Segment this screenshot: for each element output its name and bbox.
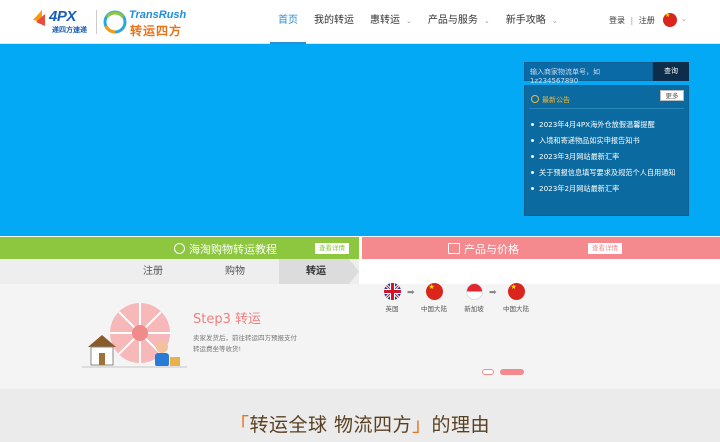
logo-divider <box>96 10 97 34</box>
nav-label: 产品与服务 <box>427 15 478 26</box>
nav-label: 惠转运 <box>370 15 400 26</box>
uk-flag-icon <box>383 283 401 300</box>
route-origin-sg: 新加坡 <box>462 283 486 313</box>
china-flag-icon: ★ <box>507 283 525 300</box>
notice-list: 2023年4月4PX海外仓放假温馨提醒 入境和寄递物品如实申报告知书 2023年… <box>531 120 676 200</box>
carousel-dot[interactable] <box>482 369 494 375</box>
reason-heading: 「转运全球 物流四方」的理由 <box>0 410 720 437</box>
nav-label: 新手攻略 <box>505 15 546 26</box>
auth-separator: | <box>630 16 634 25</box>
main-nav: 首页 我的转运 惠转运 ⌄ 产品与服务 ⌄ 新手攻略 ⌄ <box>270 0 566 44</box>
arrow-right-icon: ➡ <box>407 288 415 298</box>
chevron-down-icon: ⌄ <box>551 17 558 25</box>
notice-more-button[interactable]: 更多 <box>660 90 684 101</box>
tab-shopping[interactable]: 购物 <box>225 259 245 284</box>
chevron-down-icon: ⌄ <box>406 17 412 25</box>
transrush-logo-icon <box>103 10 127 34</box>
tutorial-tabs: 注册 购物 转运 <box>0 259 359 284</box>
nav-deals[interactable]: 惠转运 ⌄ <box>362 0 420 44</box>
4px-logo-icon <box>33 10 45 26</box>
globe-icon <box>174 243 185 254</box>
auth-links: 登录 | 注册 <box>609 15 658 26</box>
route-origin-uk: 英国 <box>380 283 404 313</box>
china-flag-icon: ★ <box>425 283 443 300</box>
4px-logo[interactable]: 4PX 递四方速递 <box>33 8 95 36</box>
chevron-down-icon: ⌄ <box>483 17 490 25</box>
quote-open: 「 <box>229 414 250 436</box>
bell-icon <box>531 95 539 103</box>
nav-label: 我的转运 <box>314 15 354 26</box>
delivery-illustration <box>82 303 187 368</box>
4px-logo-subtext: 递四方速递 <box>52 26 87 34</box>
login-link[interactable]: 登录 <box>609 16 625 25</box>
products-panel-header: 产品与价格 查看详情 <box>362 237 720 259</box>
notice-item[interactable]: 2023年3月网站最新汇率 <box>531 152 676 168</box>
products-panel-title: 产品与价格 <box>448 241 519 257</box>
book-icon <box>448 243 460 254</box>
carousel-dot-active[interactable] <box>500 369 524 375</box>
register-link[interactable]: 注册 <box>639 16 655 25</box>
transrush-logo[interactable]: TransRush 转运四方 <box>102 7 194 38</box>
nav-home[interactable]: 首页 <box>270 0 306 44</box>
route-destination-cn: ★ 中国大陆 <box>501 283 531 313</box>
notice-item[interactable]: 关于预报信息填写要求及规范个人自用通知 <box>531 168 676 184</box>
tab-transfer[interactable]: 转运 <box>306 259 326 284</box>
notice-divider <box>529 108 684 109</box>
nav-guide[interactable]: 新手攻略 ⌄ <box>498 0 566 44</box>
products-title-text: 产品与价格 <box>464 243 519 256</box>
site-header: 4PX 递四方速递 TransRush 转运四方 首页 我的转运 惠转运 ⌄ 产品… <box>0 0 720 44</box>
singapore-flag-icon <box>465 283 483 300</box>
nav-label: 首页 <box>278 15 298 26</box>
transrush-logo-zh: 转运四方 <box>130 24 183 38</box>
route-to-label: 中国大陆 <box>421 305 447 313</box>
route-destination-cn: ★ 中国大陆 <box>419 283 449 313</box>
transrush-logo-en: TransRush <box>129 9 187 21</box>
notice-item[interactable]: 2023年4月4PX海外仓放假温馨提醒 <box>531 120 676 136</box>
route-from-label: 新加坡 <box>464 305 484 313</box>
nav-my-transfer[interactable]: 我的转运 <box>306 0 362 44</box>
notice-header: 最新公告 <box>531 95 570 105</box>
tracking-search-button[interactable]: 查询 <box>653 62 689 81</box>
tutorial-panel-title: 海淘购物转运教程 <box>174 241 277 257</box>
quote-close: 」 <box>412 414 432 436</box>
tracking-search-input[interactable]: 输入商家物流单号，如1z234567890 <box>524 62 653 85</box>
chevron-down-icon[interactable]: ⌄ <box>681 15 687 23</box>
tutorial-title-text: 海淘购物转运教程 <box>189 243 277 256</box>
step-title: Step3 转运 <box>193 312 262 327</box>
arrow-right-icon: ➡ <box>489 288 497 298</box>
tutorial-details-button[interactable]: 查看详情 <box>315 243 349 254</box>
4px-logo-text: 4PX <box>49 8 76 25</box>
notice-item[interactable]: 入境和寄递物品如实申报告知书 <box>531 136 676 152</box>
reason-heading-main: 转运全球 物流四方 <box>249 414 413 436</box>
step-description: 卖家发货后，前往转运四方预报支付转运费坐等收货! <box>193 334 297 353</box>
tutorial-panel-header: 海淘购物转运教程 查看详情 <box>0 237 359 259</box>
route-from-label: 英国 <box>385 305 399 313</box>
products-details-button[interactable]: 查看详情 <box>588 243 622 254</box>
china-flag-icon[interactable] <box>663 13 677 27</box>
notice-panel: 最新公告 更多 2023年4月4PX海外仓放假温馨提醒 入境和寄递物品如实申报告… <box>524 85 689 216</box>
notice-title: 最新公告 <box>542 96 570 104</box>
route-to-label: 中国大陆 <box>503 305 529 313</box>
tab-register[interactable]: 注册 <box>143 259 163 284</box>
nav-products[interactable]: 产品与服务 ⌄ <box>420 0 498 44</box>
reason-heading-tail: 的理由 <box>431 414 491 436</box>
notice-item[interactable]: 2023年2月网站最新汇率 <box>531 184 676 200</box>
